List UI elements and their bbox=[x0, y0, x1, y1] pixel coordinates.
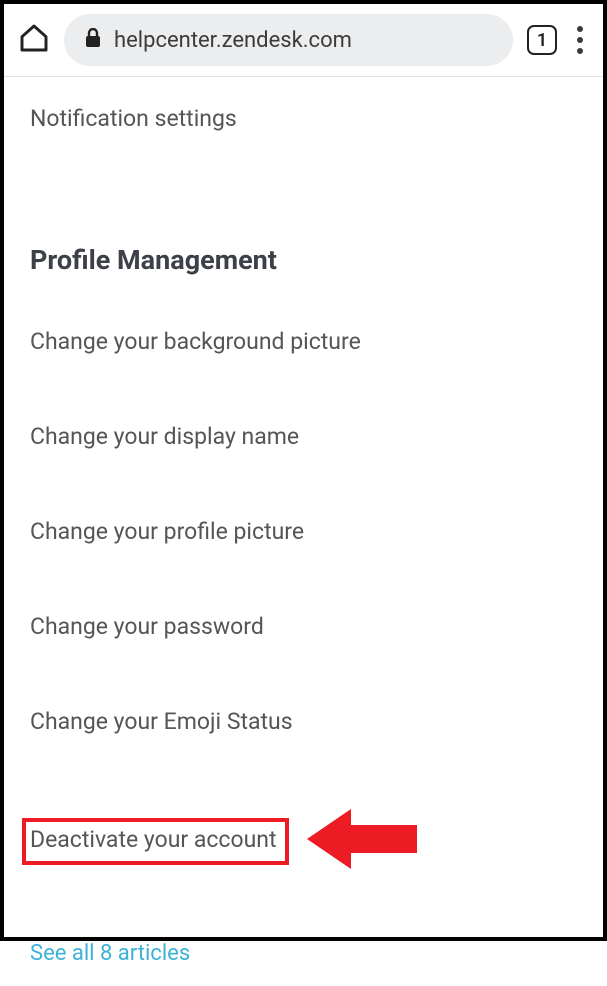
article-link[interactable]: Change your Emoji Status bbox=[30, 708, 293, 735]
article-link[interactable]: Change your background picture bbox=[30, 328, 361, 355]
article-link[interactable]: Change your profile picture bbox=[30, 518, 304, 545]
tab-count-value: 1 bbox=[537, 30, 547, 51]
article-link-deactivate-account[interactable]: Deactivate your account bbox=[30, 826, 277, 853]
see-all-link[interactable]: See all 8 articles bbox=[30, 941, 190, 966]
highlight-box: Deactivate your account bbox=[22, 818, 289, 865]
arrow-left-icon bbox=[307, 803, 417, 879]
more-menu-icon[interactable] bbox=[571, 22, 589, 58]
article-link-notification-settings[interactable]: Notification settings bbox=[30, 105, 237, 132]
url-text: helpcenter.zendesk.com bbox=[114, 28, 352, 53]
page-content: Notification settings Profile Management… bbox=[4, 77, 603, 986]
lock-icon bbox=[84, 28, 102, 52]
home-icon[interactable] bbox=[18, 22, 50, 58]
tab-switcher[interactable]: 1 bbox=[527, 25, 557, 55]
section-heading-profile-management: Profile Management bbox=[30, 244, 577, 276]
highlighted-row: Deactivate your account bbox=[30, 803, 577, 879]
article-link[interactable]: Change your password bbox=[30, 613, 264, 640]
browser-toolbar: helpcenter.zendesk.com 1 bbox=[4, 4, 603, 76]
address-bar[interactable]: helpcenter.zendesk.com bbox=[64, 14, 513, 66]
article-link[interactable]: Change your display name bbox=[30, 423, 299, 450]
